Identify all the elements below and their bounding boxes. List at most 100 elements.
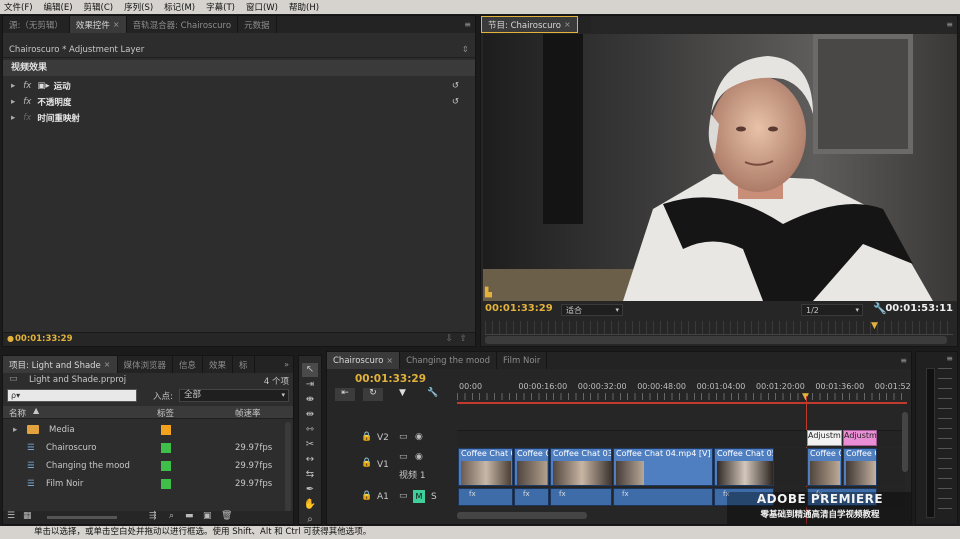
label-swatch[interactable] xyxy=(161,479,171,489)
program-timecode[interactable]: 00:01:33:29 xyxy=(485,303,553,314)
toggle-sync-icon[interactable]: ▭ xyxy=(399,432,408,442)
menu-title[interactable]: 字幕(T) xyxy=(206,1,235,13)
tab-metadata[interactable]: 元数据 xyxy=(238,16,277,33)
program-zoom-bar[interactable] xyxy=(485,336,947,344)
add-marker-icon[interactable]: ▼ xyxy=(399,388,406,398)
export-frame-icon[interactable]: ⇩ xyxy=(445,334,453,344)
disclosure-triangle-icon[interactable]: ▸ xyxy=(11,81,15,91)
tab-changing-the-mood[interactable]: Changing the mood xyxy=(400,352,497,369)
list-item[interactable]: ☰ Chairoscuro 29.97fps xyxy=(3,439,288,457)
close-icon[interactable]: × xyxy=(386,356,393,365)
column-frame-rate[interactable]: 帧速率 xyxy=(235,407,261,419)
list-view-icon[interactable]: ☰ xyxy=(7,511,15,521)
rolling-edit-tool-icon[interactable]: ⇹ xyxy=(302,408,318,422)
adjustment-layer-clip[interactable]: Adjustm xyxy=(807,430,842,446)
panel-menu-icon[interactable]: ≡ xyxy=(900,356,907,365)
list-item[interactable]: ☰ Film Noir 29.97fps xyxy=(3,475,288,493)
track-label-v1[interactable]: V1 xyxy=(377,460,389,470)
snap-icon[interactable]: ⇤ xyxy=(335,388,355,401)
effect-controls-timecode[interactable]: 00:01:33:29 xyxy=(15,334,73,344)
razor-tool-icon[interactable]: ✂ xyxy=(302,438,318,452)
lock-icon[interactable]: 🔒 xyxy=(361,432,372,442)
toggle-sync-icon[interactable]: ▭ xyxy=(399,452,408,462)
in-point-select[interactable]: 全部 ▾ xyxy=(179,389,289,402)
audio-clip[interactable]: fx xyxy=(458,488,513,506)
menu-clip[interactable]: 剪辑(C) xyxy=(84,1,114,13)
tab-audio-mixer[interactable]: 音轨混合器: Chairoscuro xyxy=(127,16,239,33)
column-label[interactable]: 标签 xyxy=(157,407,174,419)
icon-view-icon[interactable]: ▦ xyxy=(23,511,32,521)
mute-button[interactable]: M xyxy=(413,490,425,503)
video-clip[interactable]: Coffee Chat 04.mp4 [V] xyxy=(613,448,713,486)
menu-edit[interactable]: 编辑(E) xyxy=(44,1,73,13)
menu-help[interactable]: 帮助(H) xyxy=(289,1,319,13)
new-bin-icon[interactable]: ▬ xyxy=(185,511,194,521)
pen-tool-icon[interactable]: ✒ xyxy=(302,483,318,497)
new-item-icon[interactable]: ▣ xyxy=(203,511,212,521)
label-swatch[interactable] xyxy=(161,443,171,453)
timeline-settings-icon[interactable]: 🔧 xyxy=(427,388,438,398)
tab-info[interactable]: 信息 xyxy=(173,356,204,373)
tab-film-noir[interactable]: Film Noir xyxy=(497,352,548,369)
disclosure-triangle-icon[interactable]: ▸ xyxy=(11,97,15,107)
disclosure-triangle-icon[interactable]: ▸ xyxy=(11,113,15,123)
lift-icon[interactable]: ⇧ xyxy=(459,334,467,344)
menu-sequence[interactable]: 序列(S) xyxy=(124,1,153,13)
find-icon[interactable]: ⌕ xyxy=(169,511,174,521)
close-icon[interactable]: × xyxy=(564,20,571,29)
project-search-input[interactable]: ρ▾ xyxy=(7,389,137,402)
list-item[interactable]: ☰ Changing the mood 29.97fps xyxy=(3,457,288,475)
fit-select[interactable]: 适合 ▾ xyxy=(561,304,623,316)
tab-chairoscuro[interactable]: Chairoscuro × xyxy=(327,352,401,369)
video-clip[interactable]: Coffee Chat 0 xyxy=(458,448,513,486)
linked-selection-icon[interactable]: ↻ xyxy=(363,388,383,401)
video-clip[interactable]: Coffee Chat 03 xyxy=(550,448,612,486)
reset-icon[interactable]: ↺ xyxy=(452,97,459,107)
sort-ascending-icon[interactable]: ▲ xyxy=(33,406,39,415)
collapse-icon[interactable]: ⇕ xyxy=(462,42,469,58)
video-clip[interactable]: Coffee C xyxy=(514,448,549,486)
program-video-frame[interactable] xyxy=(483,34,957,301)
tab-media-browser[interactable]: 媒体浏览器 xyxy=(118,356,174,373)
column-name[interactable]: 名称 xyxy=(9,407,26,419)
solo-button[interactable]: S xyxy=(431,492,437,502)
tab-markers[interactable]: 标 xyxy=(233,356,255,373)
audio-clip[interactable]: fx xyxy=(514,488,549,506)
slip-tool-icon[interactable]: ↔ xyxy=(302,453,318,467)
panel-menu-icon[interactable]: ≡ xyxy=(464,20,471,29)
program-playhead-icon[interactable]: ▼ xyxy=(871,321,878,331)
selection-tool-icon[interactable]: ↖ xyxy=(302,363,318,377)
expand-triangle-icon[interactable]: ▸ xyxy=(13,425,17,435)
video-clip[interactable]: Coffee C xyxy=(807,448,842,486)
timeline-ruler[interactable]: 00:00 00:00:16:00 00:00:32:00 00:00:48:00 00… xyxy=(457,380,911,402)
track-select-tool-icon[interactable]: ⇥ xyxy=(302,378,318,392)
fx-icon[interactable]: fx xyxy=(23,97,31,107)
resolution-select[interactable]: 1/2 ▾ xyxy=(801,304,863,316)
automate-icon[interactable]: ⇶ xyxy=(149,511,157,521)
close-icon[interactable]: × xyxy=(113,20,120,29)
list-item[interactable]: ▸ Media xyxy=(3,421,288,439)
zoom-tool-icon[interactable]: ⌕ xyxy=(302,513,318,524)
lock-icon[interactable]: 🔒 xyxy=(361,491,372,501)
close-icon[interactable]: × xyxy=(104,360,111,369)
timeline-vertical-scrollbar[interactable] xyxy=(902,412,908,472)
eye-icon[interactable]: ◉ xyxy=(415,432,423,442)
video-clip[interactable]: Coffee C xyxy=(843,448,877,486)
clear-icon[interactable]: 🗑 xyxy=(221,511,232,521)
menu-file[interactable]: 文件(F) xyxy=(4,1,33,13)
tab-program[interactable]: 节目: Chairoscuro × xyxy=(481,16,578,33)
adjustment-layer-clip[interactable]: Adjustm xyxy=(843,430,877,446)
program-scrub-bar[interactable]: ▼ xyxy=(485,321,953,335)
menu-window[interactable]: 窗口(W) xyxy=(246,1,278,13)
effect-row-time-remap[interactable]: ▸ fx 时间重映射 xyxy=(3,109,475,127)
audio-clip[interactable]: fx xyxy=(550,488,612,506)
tab-project[interactable]: 项目: Light and Shade × xyxy=(3,356,118,373)
more-tabs-icon[interactable]: » xyxy=(284,360,289,369)
zoom-slider[interactable] xyxy=(47,516,117,519)
work-area-bar[interactable] xyxy=(457,402,907,404)
slide-tool-icon[interactable]: ⇆ xyxy=(302,468,318,482)
rate-stretch-tool-icon[interactable]: ⇿ xyxy=(302,423,318,437)
timeline-scrollbar[interactable] xyxy=(457,512,587,519)
project-scrollbar[interactable] xyxy=(285,422,291,512)
hand-tool-icon[interactable]: ✋ xyxy=(302,498,318,512)
